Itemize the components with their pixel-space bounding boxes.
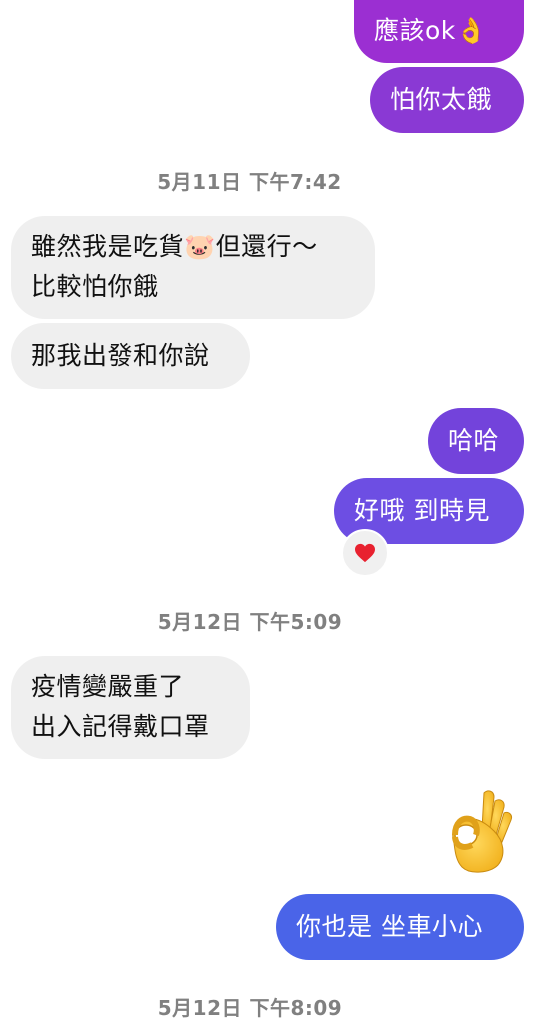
- incoming-message[interactable]: 疫情變嚴重了 出入記得戴口罩: [11, 656, 250, 759]
- incoming-message[interactable]: 那我出發和你說: [11, 323, 250, 389]
- message-text-line: 出入記得戴口罩: [31, 712, 210, 741]
- message-text: 好哦 到時見: [354, 496, 490, 525]
- message-text: 你也是 坐車小心: [296, 912, 483, 941]
- message-text: 哈哈: [448, 426, 500, 455]
- outgoing-message[interactable]: 哈哈: [428, 408, 524, 474]
- timestamp: 5月11日 下午7:42: [157, 170, 342, 194]
- incoming-message[interactable]: 雖然我是吃貨🐷但還行～ 比較怕你餓: [11, 216, 375, 319]
- heart-icon: [355, 543, 375, 563]
- reaction-badge[interactable]: [341, 529, 389, 577]
- timestamp: 5月12日 下午5:09: [157, 610, 343, 634]
- ok-hand-icon[interactable]: [440, 787, 520, 875]
- message-text: 怕你太餓: [390, 85, 493, 114]
- message-text: 那我出發和你說: [31, 341, 210, 370]
- message-text: 應該ok👌: [374, 16, 488, 45]
- outgoing-message[interactable]: 怕你太餓: [370, 67, 524, 133]
- timestamp: 5月12日 下午8:09: [157, 996, 343, 1020]
- message-text-line: 雖然我是吃貨🐷但還行～: [31, 232, 318, 261]
- message-text-line: 比較怕你餓: [31, 272, 159, 301]
- message-text-line: 疫情變嚴重了: [31, 672, 185, 701]
- outgoing-message[interactable]: 你也是 坐車小心: [276, 894, 524, 960]
- outgoing-message[interactable]: 應該ok👌: [354, 0, 524, 63]
